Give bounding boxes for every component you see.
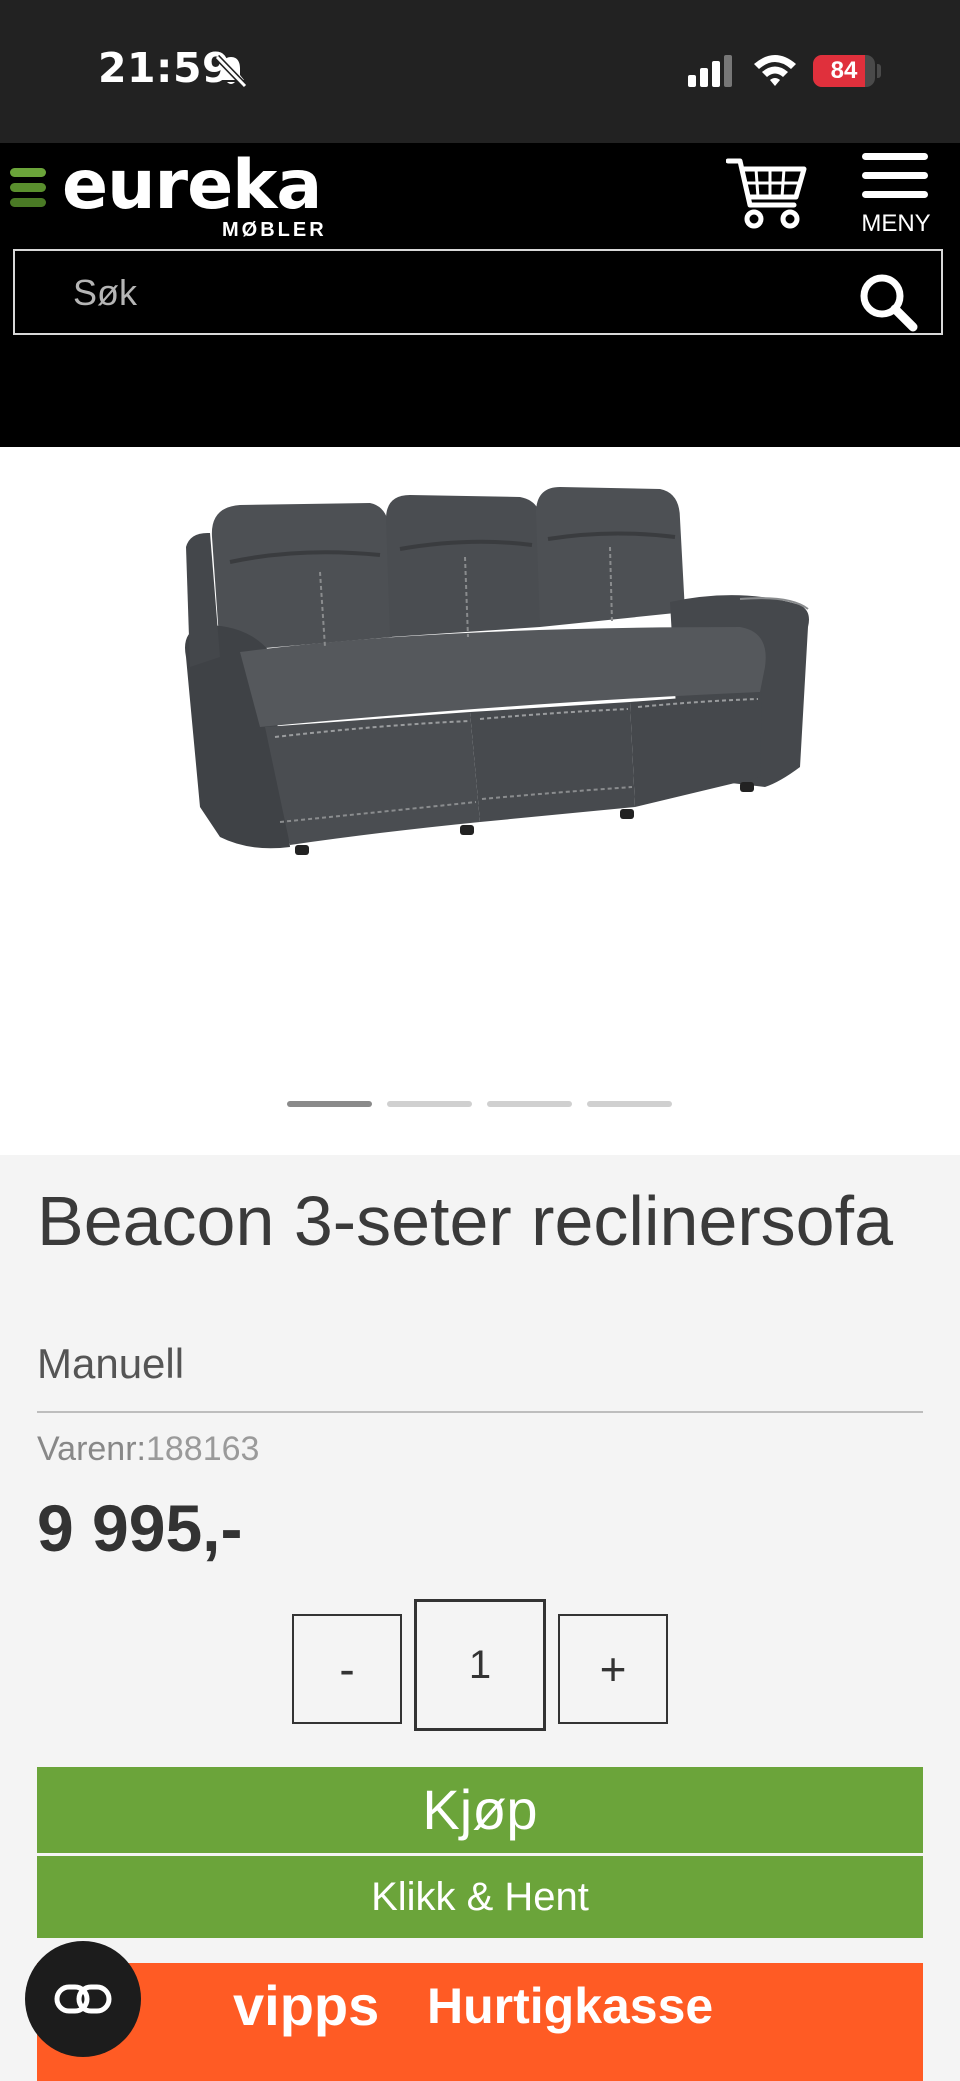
search-input[interactable]	[71, 267, 835, 319]
battery-level: 84	[830, 57, 858, 84]
battery-cap	[877, 64, 881, 78]
logo-subtitle: MØBLER	[222, 219, 327, 241]
product-title: Beacon 3-seter reclinersofa	[37, 1182, 893, 1260]
vipps-logo: vipps	[233, 1974, 380, 2037]
muted-bell-icon	[214, 54, 248, 89]
click-and-collect-button[interactable]: Klikk & Hent	[37, 1856, 923, 1938]
sku-value: 188163	[145, 1430, 260, 1468]
search-bar	[13, 249, 943, 335]
cellular-signal-icon	[688, 55, 732, 87]
chat-link-icon	[54, 1984, 112, 2014]
vipps-express-checkout-button[interactable]: vipps Hurtigkasse	[37, 1963, 923, 2081]
logo-bars-icon[interactable]	[10, 168, 46, 212]
divider	[37, 1411, 923, 1413]
menu-label[interactable]: MENY	[850, 210, 942, 238]
quantity-input[interactable]	[414, 1599, 546, 1731]
search-icon[interactable]	[857, 271, 919, 333]
status-time: 21:59	[98, 44, 232, 92]
wifi-icon	[754, 55, 796, 86]
sofa-photo	[185, 487, 809, 855]
product-price: 9 995,-	[37, 1491, 243, 1565]
product-subtitle: Manuell	[37, 1340, 185, 1387]
gallery-dot[interactable]	[387, 1101, 472, 1107]
gallery-dot[interactable]	[587, 1101, 672, 1107]
gallery-dot[interactable]	[287, 1101, 372, 1107]
gallery-dot[interactable]	[487, 1101, 572, 1107]
logo[interactable]: eureka	[62, 146, 322, 225]
quantity-increase-button[interactable]: +	[558, 1614, 668, 1724]
vipps-button-label: Hurtigkasse	[427, 1978, 714, 2034]
status-bar: 21:59 84	[0, 0, 960, 143]
product-gallery[interactable]	[0, 447, 960, 1155]
quantity-decrease-button[interactable]: -	[292, 1614, 402, 1724]
chat-button[interactable]	[25, 1941, 141, 2057]
sku: Varenr:188163	[37, 1430, 259, 1469]
buy-button[interactable]: Kjøp	[37, 1767, 923, 1853]
cart-icon[interactable]	[726, 155, 808, 231]
battery-indicator: 84	[813, 55, 875, 87]
sku-label: Varenr:	[37, 1430, 146, 1468]
hamburger-menu-icon[interactable]	[862, 153, 928, 205]
